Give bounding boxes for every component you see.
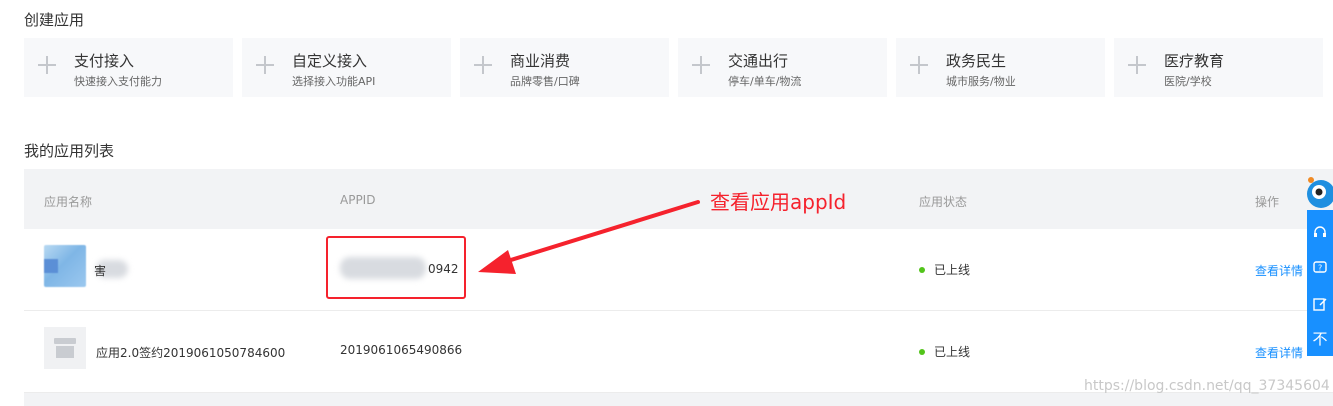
card-subtitle: 医院/学校 bbox=[1164, 75, 1212, 88]
status-dot-icon bbox=[919, 266, 925, 273]
status-text: 已上线 bbox=[934, 263, 971, 277]
card-title: 政务民生 bbox=[946, 52, 1007, 70]
card-subtitle: 快速接入支付能力 bbox=[74, 75, 162, 88]
card-custom[interactable]: 自定义接入 选择接入功能API bbox=[242, 38, 451, 97]
app-name-fragment: 害 bbox=[94, 264, 107, 278]
back-to-top-label: 不 bbox=[1312, 329, 1328, 348]
plus-icon bbox=[38, 56, 56, 74]
view-details-link[interactable]: 查看详情 bbox=[1255, 262, 1303, 279]
card-subtitle: 停车/单车/物流 bbox=[728, 75, 802, 88]
plus-icon bbox=[1128, 56, 1146, 74]
card-title: 支付接入 bbox=[74, 52, 135, 70]
card-subtitle: 城市服务/物业 bbox=[946, 75, 1016, 88]
view-details-link[interactable]: 查看详情 bbox=[1255, 344, 1303, 361]
card-government[interactable]: 政务民生 城市服务/物业 bbox=[896, 38, 1105, 97]
mascot-icon[interactable] bbox=[1303, 168, 1333, 208]
app-id: 2019061065490866 bbox=[340, 343, 463, 357]
status-badge: 已上线 bbox=[919, 343, 970, 360]
column-header-name: 应用名称 bbox=[44, 195, 93, 209]
status-text: 已上线 bbox=[934, 345, 971, 359]
app-list-title: 我的应用列表 bbox=[24, 142, 115, 160]
edit-icon[interactable] bbox=[1307, 286, 1333, 322]
plus-icon bbox=[256, 56, 274, 74]
card-subtitle: 品牌零售/口碑 bbox=[510, 75, 580, 88]
annotation-text: 查看应用appId bbox=[710, 190, 847, 214]
watermark: https://blog.csdn.net/qq_37345604 bbox=[1084, 378, 1330, 394]
plus-icon bbox=[474, 56, 492, 74]
svg-text:?: ? bbox=[1318, 264, 1322, 273]
card-title: 医疗教育 bbox=[1164, 52, 1225, 70]
card-medical[interactable]: 医疗教育 医院/学校 bbox=[1114, 38, 1323, 97]
card-transport[interactable]: 交通出行 停车/单车/物流 bbox=[678, 38, 887, 97]
card-commerce[interactable]: 商业消费 品牌零售/口碑 bbox=[460, 38, 669, 97]
plus-icon bbox=[692, 56, 710, 74]
headset-icon[interactable] bbox=[1307, 214, 1333, 250]
app-name: 应用2.0签约2019061050784600 bbox=[96, 346, 286, 360]
appid-highlight-box bbox=[326, 236, 466, 299]
app-logo bbox=[44, 245, 86, 287]
back-to-top-icon[interactable]: 不 bbox=[1307, 320, 1333, 356]
card-subtitle: 选择接入功能API bbox=[292, 75, 376, 88]
status-badge: 已上线 bbox=[919, 261, 970, 278]
card-title: 交通出行 bbox=[728, 52, 789, 70]
card-payment[interactable]: 支付接入 快速接入支付能力 bbox=[24, 38, 233, 97]
arrow-icon bbox=[478, 200, 700, 274]
create-app-title: 创建应用 bbox=[24, 11, 85, 29]
floating-sidebar: ? 不 bbox=[1307, 210, 1333, 356]
create-app-cards: 支付接入 快速接入支付能力 自定义接入 选择接入功能API 商业消费 品牌零售/… bbox=[24, 38, 1323, 97]
column-header-appid: APPID bbox=[340, 193, 376, 207]
column-header-action: 操作 bbox=[1255, 195, 1280, 209]
app-logo bbox=[44, 327, 86, 369]
status-dot-icon bbox=[919, 348, 925, 355]
card-title: 商业消费 bbox=[510, 52, 571, 70]
store-icon bbox=[54, 338, 76, 358]
column-header-status: 应用状态 bbox=[919, 195, 968, 209]
table-footer bbox=[24, 393, 1333, 406]
help-icon[interactable]: ? bbox=[1307, 250, 1333, 286]
card-title: 自定义接入 bbox=[292, 52, 368, 70]
plus-icon bbox=[910, 56, 928, 74]
